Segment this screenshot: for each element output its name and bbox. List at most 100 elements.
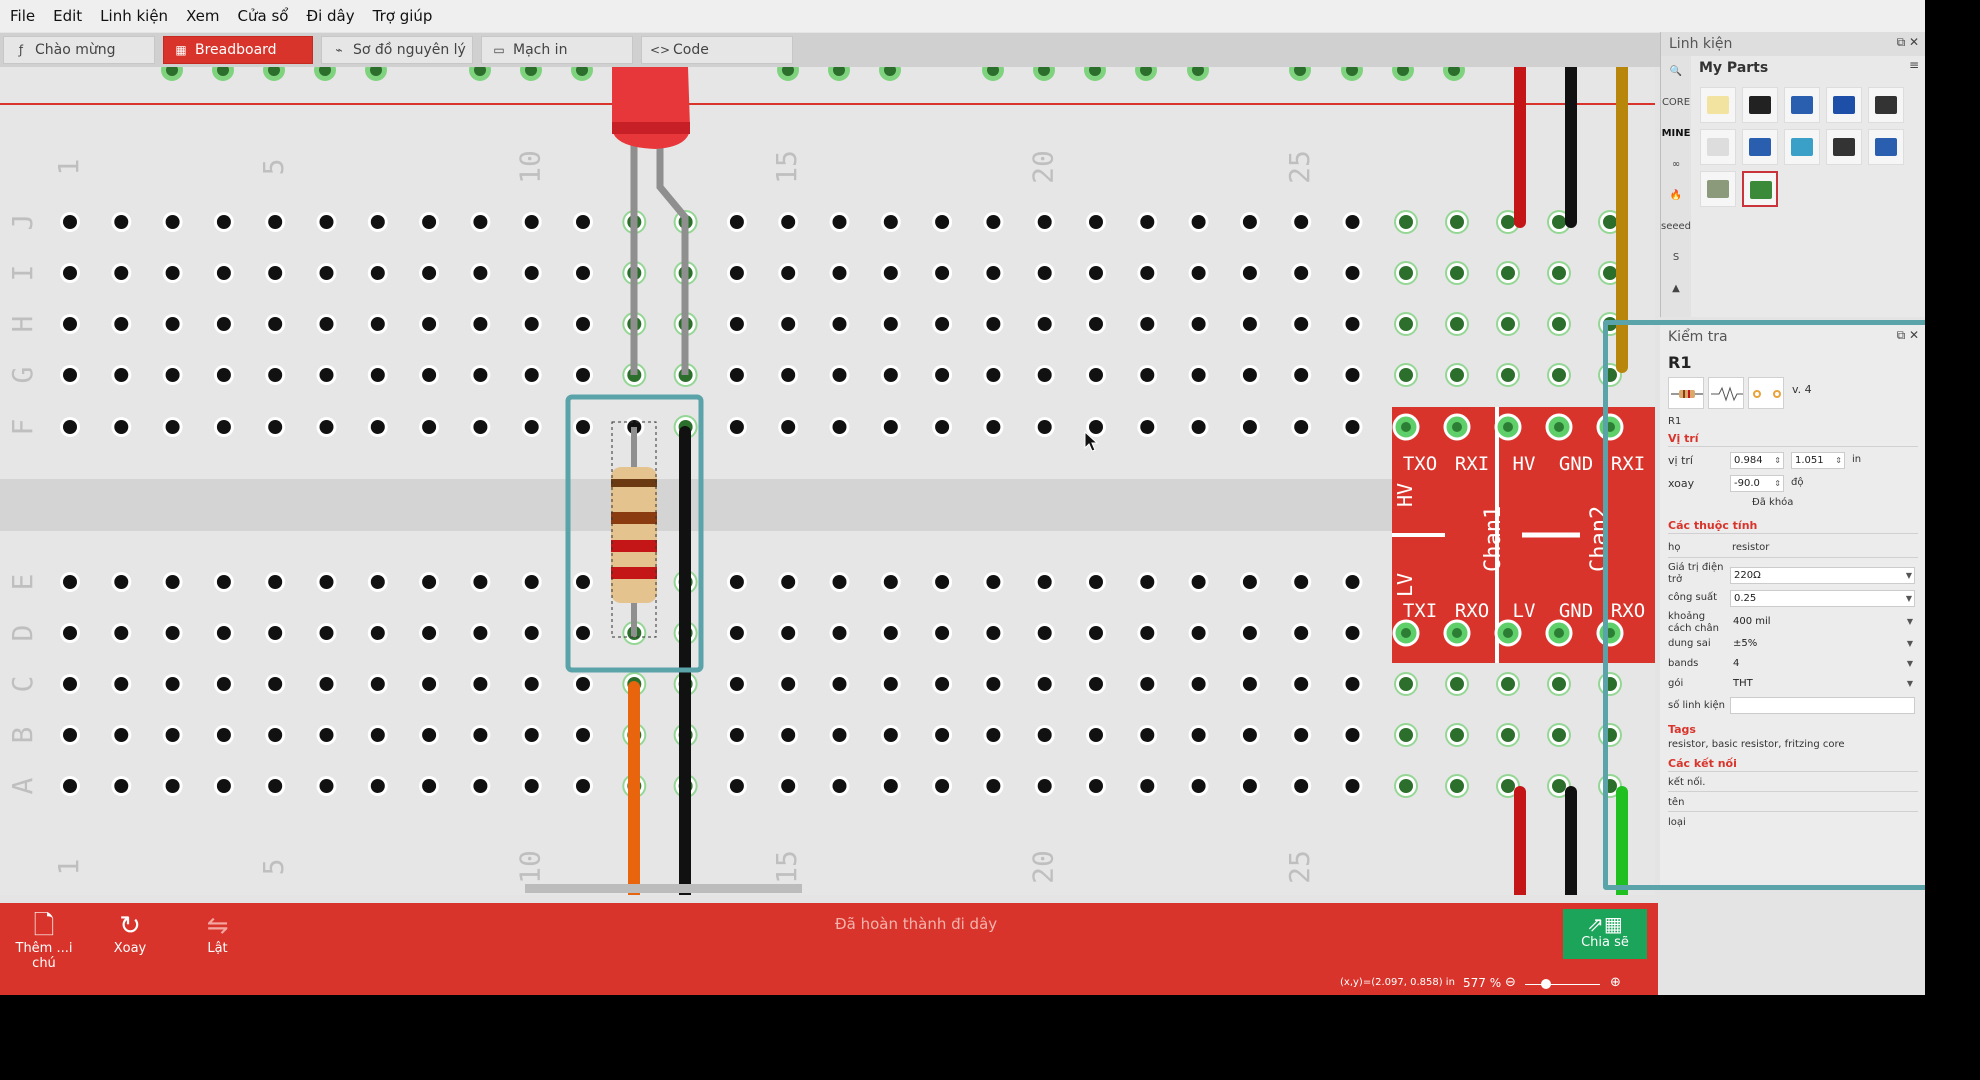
breadboard-hole[interactable] (1399, 728, 1413, 742)
zoom-handle[interactable] (1541, 979, 1551, 989)
breadboard-hole[interactable] (114, 626, 129, 640)
flip-button[interactable]: ⇋ Lật (195, 911, 240, 956)
breadboard-hole[interactable] (473, 728, 488, 742)
breadboard-hole[interactable] (1140, 626, 1155, 640)
part-thumbnail[interactable] (1700, 129, 1736, 165)
share-button[interactable]: ⇗▦ Chia sẽ (1563, 909, 1647, 959)
breadboard-hole[interactable] (576, 266, 590, 280)
breadboard-hole[interactable] (1037, 317, 1052, 331)
breadboard-hole[interactable] (883, 317, 898, 331)
breadboard-hole[interactable] (935, 215, 950, 229)
breadboard-hole[interactable] (422, 575, 437, 589)
breadboard-hole[interactable] (1345, 575, 1360, 589)
breadboard-hole[interactable] (165, 677, 180, 691)
breadboard-hole[interactable] (883, 368, 898, 382)
breadboard-hole[interactable] (63, 368, 77, 382)
breadboard-hole[interactable] (781, 368, 796, 382)
breadboard-hole[interactable] (524, 575, 539, 589)
breadboard-hole[interactable] (1242, 575, 1257, 589)
part-thumbnail[interactable] (1742, 171, 1778, 207)
breadboard-hole[interactable] (114, 575, 129, 589)
breadboard-hole[interactable] (63, 317, 77, 331)
breadboard-hole[interactable] (319, 677, 334, 691)
breadboard-hole[interactable] (268, 677, 283, 691)
breadboard-hole[interactable] (63, 215, 77, 229)
breadboard-hole[interactable] (422, 317, 437, 331)
breadboard-hole[interactable] (935, 575, 950, 589)
breadboard-hole[interactable] (729, 728, 744, 742)
breadboard-hole[interactable] (729, 677, 744, 691)
zoom-in-icon[interactable]: ⊕ (1610, 975, 1621, 990)
breadboard-hole[interactable] (935, 728, 950, 742)
breadboard-hole[interactable] (165, 266, 180, 280)
breadboard-hole[interactable] (216, 420, 231, 434)
breadboard-hole[interactable] (422, 779, 437, 793)
breadboard-hole[interactable] (1294, 728, 1309, 742)
breadboard-hole[interactable] (216, 215, 231, 229)
breadboard-hole[interactable] (1242, 215, 1257, 229)
breadboard-hole[interactable] (216, 779, 231, 793)
breadboard-hole[interactable] (986, 266, 1001, 280)
breadboard-hole[interactable] (370, 420, 385, 434)
breadboard-hole[interactable] (473, 368, 488, 382)
part-thumbnail[interactable] (1784, 129, 1820, 165)
breadboard-hole[interactable] (832, 575, 847, 589)
part-thumbnail[interactable] (1742, 87, 1778, 123)
breadboard-hole[interactable] (165, 575, 180, 589)
breadboard-hole[interactable] (832, 677, 847, 691)
breadboard-hole[interactable] (1345, 626, 1360, 640)
breadboard-hole[interactable] (1140, 266, 1155, 280)
breadboard-hole[interactable] (1191, 626, 1206, 640)
breadboard-hole[interactable] (268, 215, 283, 229)
breadboard-hole[interactable] (1037, 215, 1052, 229)
breadboard-hole[interactable] (63, 575, 77, 589)
breadboard-hole[interactable] (422, 728, 437, 742)
breadboard-hole[interactable] (986, 626, 1001, 640)
part-thumbnail[interactable] (1700, 87, 1736, 123)
part-thumbnail[interactable] (1868, 87, 1904, 123)
breadboard-hole[interactable] (114, 266, 129, 280)
breadboard-hole[interactable] (1089, 317, 1103, 331)
breadboard-hole[interactable] (524, 626, 539, 640)
breadboard-hole[interactable] (1089, 368, 1103, 382)
breadboard-hole[interactable] (1294, 317, 1309, 331)
breadboard-hole[interactable] (524, 728, 539, 742)
breadboard-hole[interactable] (1191, 266, 1206, 280)
bin-mine[interactable]: MINE (1661, 118, 1691, 149)
breadboard-hole[interactable] (1552, 728, 1566, 742)
breadboard-hole[interactable] (473, 575, 488, 589)
breadboard-hole[interactable] (63, 420, 77, 434)
breadboard-hole[interactable] (1242, 420, 1257, 434)
arduino-icon[interactable]: ∞ (1661, 149, 1691, 180)
breadboard-hole[interactable] (832, 728, 847, 742)
breadboard-hole[interactable] (1294, 575, 1309, 589)
breadboard-hole[interactable] (1089, 779, 1103, 793)
breadboard-hole[interactable] (1294, 626, 1309, 640)
breadboard-hole[interactable] (1242, 266, 1257, 280)
breadboard-hole[interactable] (1345, 368, 1360, 382)
breadboard-hole[interactable] (370, 368, 385, 382)
breadboard-hole[interactable] (1603, 215, 1617, 229)
breadboard-hole[interactable] (422, 266, 437, 280)
breadboard-hole[interactable] (1501, 317, 1515, 331)
breadboard-hole[interactable] (63, 779, 77, 793)
breadboard-hole[interactable] (524, 215, 539, 229)
breadboard-hole[interactable] (781, 420, 796, 434)
breadboard-hole[interactable] (1552, 317, 1566, 331)
breadboard-hole[interactable] (1191, 215, 1206, 229)
breadboard-hole[interactable] (63, 728, 77, 742)
breadboard-hole[interactable] (1294, 779, 1309, 793)
search-icon[interactable]: 🔍 (1661, 56, 1691, 87)
breadboard-hole[interactable] (1450, 779, 1464, 793)
breadboard-hole[interactable] (1552, 779, 1566, 793)
breadboard-hole[interactable] (1294, 420, 1309, 434)
breadboard-hole[interactable] (781, 626, 796, 640)
breadboard-hole[interactable] (1191, 575, 1206, 589)
breadboard-hole[interactable] (1345, 215, 1360, 229)
breadboard-hole[interactable] (1399, 368, 1413, 382)
breadboard-hole[interactable] (1501, 266, 1515, 280)
breadboard-hole[interactable] (1399, 215, 1413, 229)
breadboard-hole[interactable] (1037, 779, 1052, 793)
part-thumbnail[interactable] (1742, 129, 1778, 165)
breadboard-hole[interactable] (729, 575, 744, 589)
